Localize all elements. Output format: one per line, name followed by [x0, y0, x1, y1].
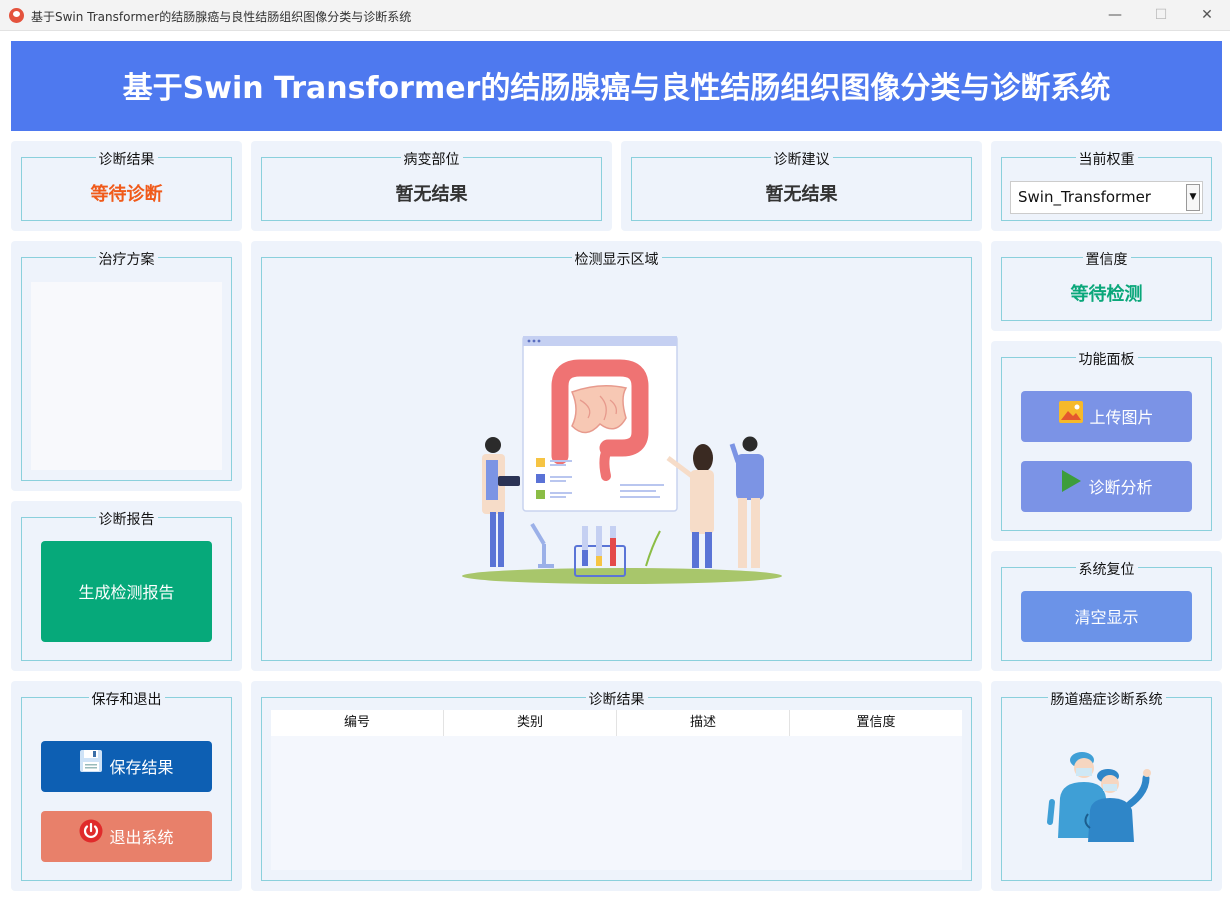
colon-illustration: [462, 336, 782, 584]
weights-selected: Swin_Transformer: [1018, 188, 1151, 206]
save-exit-label: 保存和退出: [88, 692, 165, 708]
diagnosis-card: 诊断结果 等待诊断: [11, 141, 242, 231]
functions-label: 功能面板: [1075, 352, 1138, 368]
weights-label: 当前权重: [1075, 152, 1138, 168]
column-header-id[interactable]: 编号: [271, 710, 444, 736]
weights-dropdown[interactable]: Swin_Transformer ▼: [1010, 181, 1203, 214]
generate-report-button[interactable]: 生成检测报告: [41, 541, 212, 642]
diagnosis-label: 诊断结果: [95, 152, 158, 168]
analyze-label: 诊断分析: [1088, 478, 1153, 497]
clear-display-button[interactable]: 清空显示: [1021, 591, 1192, 642]
upload-label: 上传图片: [1089, 408, 1154, 427]
minimize-button[interactable]: —: [1092, 0, 1138, 31]
close-button[interactable]: ✕: [1184, 0, 1230, 31]
table-header: 编号 类别 描述 置信度: [271, 710, 962, 736]
lesion-label: 病变部位: [400, 152, 463, 168]
results-label: 诊断结果: [585, 692, 648, 708]
doctors-illustration: [1047, 752, 1151, 842]
floppy-disk-icon: [79, 742, 103, 793]
exit-label: 退出系统: [109, 828, 174, 847]
treatment-label: 治疗方案: [95, 252, 158, 268]
weights-card: 当前权重 Swin_Transformer ▼: [991, 141, 1222, 231]
title-bar: 基于Swin Transformer的结肠腺癌与良性结肠组织图像分类与诊断系统 …: [0, 0, 1230, 31]
chevron-down-icon[interactable]: ▼: [1186, 184, 1200, 211]
advice-card: 诊断建议 暂无结果: [621, 141, 982, 231]
results-card: 诊断结果 编号 类别 描述 置信度: [251, 681, 982, 891]
clear-label: 清空显示: [1074, 608, 1139, 627]
display-card: 检测显示区域: [251, 241, 982, 671]
advice-value: 暂无结果: [765, 184, 838, 205]
display-label: 检测显示区域: [571, 252, 662, 268]
report-card: 诊断报告 生成检测报告: [11, 501, 242, 671]
lesion-card: 病变部位 暂无结果: [251, 141, 612, 231]
lesion-value: 暂无结果: [395, 184, 468, 205]
reset-label: 系统复位: [1075, 562, 1138, 578]
power-icon: [79, 812, 103, 863]
maximize-button[interactable]: ☐: [1138, 0, 1184, 31]
save-label: 保存结果: [109, 758, 174, 777]
diagnosis-value: 等待诊断: [90, 184, 163, 205]
functions-card: 功能面板 上传图片 诊断分析: [991, 341, 1222, 541]
main-window: 基于Swin Transformer的结肠腺癌与良性结肠组织图像分类与诊断系统 …: [0, 31, 1230, 904]
column-header-description[interactable]: 描述: [617, 710, 790, 736]
treatment-card: 治疗方案: [11, 241, 242, 491]
treatment-textbox[interactable]: [31, 282, 222, 470]
confidence-value: 等待检测: [1070, 284, 1143, 305]
page-title: 基于Swin Transformer的结肠腺癌与良性结肠组织图像分类与诊断系统: [11, 41, 1222, 131]
generate-report-label: 生成检测报告: [78, 583, 175, 602]
brand-label: 肠道癌症诊断系统: [1047, 692, 1166, 708]
reset-card: 系统复位 清空显示: [991, 551, 1222, 671]
advice-label: 诊断建议: [770, 152, 833, 168]
app-icon: [9, 8, 24, 23]
play-icon: [1060, 462, 1082, 513]
results-table[interactable]: 编号 类别 描述 置信度: [271, 710, 962, 870]
column-header-class[interactable]: 类别: [444, 710, 617, 736]
save-button[interactable]: 保存结果: [41, 741, 212, 792]
confidence-card: 置信度 等待检测: [991, 241, 1222, 331]
column-header-confidence[interactable]: 置信度: [790, 710, 962, 736]
image-upload-icon: [1059, 392, 1084, 443]
confidence-label: 置信度: [1082, 252, 1131, 268]
window-title: 基于Swin Transformer的结肠腺癌与良性结肠组织图像分类与诊断系统: [31, 10, 412, 24]
brand-card: 肠道癌症诊断系统: [991, 681, 1222, 891]
analyze-button[interactable]: 诊断分析: [1021, 461, 1192, 512]
report-label: 诊断报告: [95, 512, 158, 528]
save-exit-card: 保存和退出 保存结果 退出系统: [11, 681, 242, 891]
upload-image-button[interactable]: 上传图片: [1021, 391, 1192, 442]
exit-button[interactable]: 退出系统: [41, 811, 212, 862]
